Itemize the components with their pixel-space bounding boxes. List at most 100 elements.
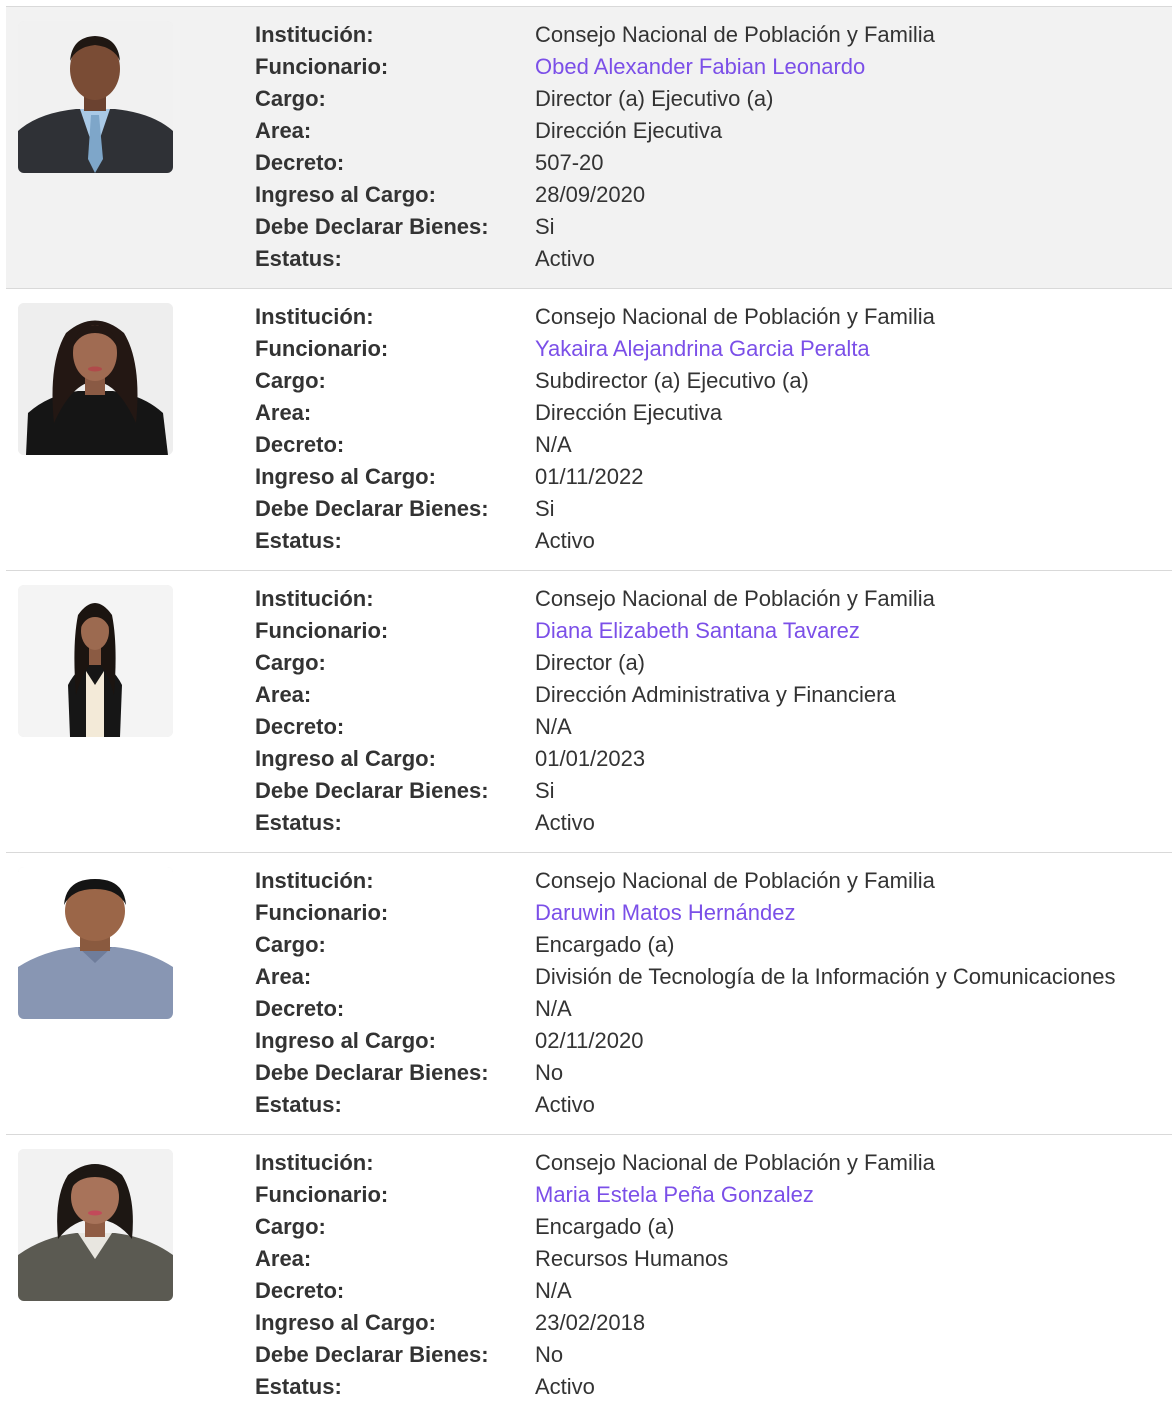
person-photo — [18, 303, 173, 455]
ingreso-value: 28/09/2020 — [535, 182, 646, 207]
person-photo-icon — [18, 21, 173, 173]
official-record: Institución: Consejo Nacional de Població… — [6, 1134, 1172, 1409]
cargo-value: Encargado (a) — [535, 932, 675, 957]
funcionario-label: Funcionario: — [255, 1182, 389, 1207]
estatus-label: Estatus: — [255, 1092, 342, 1117]
decreto-value: N/A — [535, 432, 572, 457]
decreto-value: N/A — [535, 1278, 572, 1303]
estatus-label: Estatus: — [255, 810, 342, 835]
area-label: Area: — [255, 1246, 312, 1271]
area-value: Dirección Administrativa y Financiera — [535, 682, 896, 707]
decreto-value: N/A — [535, 714, 572, 739]
record-fields: Institución: Consejo Nacional de Població… — [255, 1147, 935, 1403]
institucion-value: Consejo Nacional de Población y Familia — [535, 304, 935, 329]
estatus-value: Activo — [535, 1092, 595, 1117]
declarar-value: Si — [535, 214, 555, 239]
area-label: Area: — [255, 118, 312, 143]
ingreso-label: Ingreso al Cargo: — [255, 182, 436, 207]
estatus-value: Activo — [535, 528, 595, 553]
declarar-label: Debe Declarar Bienes: — [255, 778, 489, 803]
institucion-value: Consejo Nacional de Población y Familia — [535, 22, 935, 47]
decreto-value: N/A — [535, 996, 572, 1021]
ingreso-value: 02/11/2020 — [535, 1028, 644, 1053]
area-value: Dirección Ejecutiva — [535, 400, 723, 425]
funcionario-label: Funcionario: — [255, 618, 389, 643]
person-photo-icon — [18, 1149, 173, 1301]
officials-list: Institución: Consejo Nacional de Població… — [6, 6, 1172, 1409]
area-label: Area: — [255, 964, 312, 989]
cargo-value: Subdirector (a) Ejecutivo (a) — [535, 368, 809, 393]
decreto-label: Decreto: — [255, 432, 345, 457]
cargo-value: Encargado (a) — [535, 1214, 675, 1239]
declarar-value: Si — [535, 778, 555, 803]
institucion-value: Consejo Nacional de Población y Familia — [535, 586, 935, 611]
funcionario-link[interactable]: Diana Elizabeth Santana Tavarez — [535, 615, 860, 647]
declarar-value: Si — [535, 496, 555, 521]
record-fields: Institución: Consejo Nacional de Població… — [255, 19, 935, 275]
person-photo — [18, 585, 173, 737]
funcionario-label: Funcionario: — [255, 900, 389, 925]
funcionario-link[interactable]: Maria Estela Peña Gonzalez — [535, 1179, 814, 1211]
cargo-label: Cargo: — [255, 368, 326, 393]
estatus-value: Activo — [535, 246, 595, 271]
cargo-value: Director (a) — [535, 650, 646, 675]
ingreso-label: Ingreso al Cargo: — [255, 1310, 436, 1335]
cargo-label: Cargo: — [255, 650, 326, 675]
decreto-label: Decreto: — [255, 1278, 345, 1303]
institucion-label: Institución: — [255, 22, 374, 47]
institucion-label: Institución: — [255, 1150, 374, 1175]
institucion-label: Institución: — [255, 868, 374, 893]
institucion-label: Institución: — [255, 304, 374, 329]
funcionario-link[interactable]: Obed Alexander Fabian Leonardo — [535, 51, 865, 83]
record-fields: Institución: Consejo Nacional de Població… — [255, 865, 1115, 1121]
area-label: Area: — [255, 682, 312, 707]
funcionario-label: Funcionario: — [255, 336, 389, 361]
cargo-label: Cargo: — [255, 932, 326, 957]
funcionario-link[interactable]: Daruwin Matos Hernández — [535, 897, 795, 929]
area-value: Recursos Humanos — [535, 1246, 729, 1271]
decreto-label: Decreto: — [255, 150, 345, 175]
ingreso-value: 01/01/2023 — [535, 746, 646, 771]
ingreso-label: Ingreso al Cargo: — [255, 464, 436, 489]
decreto-value: 507-20 — [535, 150, 604, 175]
person-photo — [18, 1149, 173, 1301]
funcionario-label: Funcionario: — [255, 54, 389, 79]
institucion-value: Consejo Nacional de Población y Familia — [535, 1150, 935, 1175]
official-record: Institución: Consejo Nacional de Població… — [6, 852, 1172, 1134]
official-record: Institución: Consejo Nacional de Població… — [6, 288, 1172, 570]
ingreso-label: Ingreso al Cargo: — [255, 1028, 436, 1053]
record-fields: Institución: Consejo Nacional de Població… — [255, 583, 935, 839]
area-value: Dirección Ejecutiva — [535, 118, 723, 143]
official-record: Institución: Consejo Nacional de Població… — [6, 6, 1172, 288]
declarar-value: No — [535, 1060, 564, 1085]
institucion-value: Consejo Nacional de Población y Familia — [535, 868, 935, 893]
estatus-label: Estatus: — [255, 246, 342, 271]
area-value: División de Tecnología de la Información… — [535, 964, 1116, 989]
official-record: Institución: Consejo Nacional de Població… — [6, 570, 1172, 852]
person-photo-icon — [18, 867, 173, 1019]
institucion-label: Institución: — [255, 586, 374, 611]
area-label: Area: — [255, 400, 312, 425]
declarar-label: Debe Declarar Bienes: — [255, 1342, 489, 1367]
funcionario-link[interactable]: Yakaira Alejandrina Garcia Peralta — [535, 333, 870, 365]
decreto-label: Decreto: — [255, 996, 345, 1021]
cargo-value: Director (a) Ejecutivo (a) — [535, 86, 774, 111]
decreto-label: Decreto: — [255, 714, 345, 739]
ingreso-value: 23/02/2018 — [535, 1310, 646, 1335]
person-photo-icon — [18, 303, 173, 455]
person-photo — [18, 867, 173, 1019]
declarar-value: No — [535, 1342, 564, 1367]
estatus-value: Activo — [535, 810, 595, 835]
estatus-label: Estatus: — [255, 528, 342, 553]
estatus-label: Estatus: — [255, 1374, 342, 1399]
cargo-label: Cargo: — [255, 1214, 326, 1239]
cargo-label: Cargo: — [255, 86, 326, 111]
estatus-value: Activo — [535, 1374, 595, 1399]
record-fields: Institución: Consejo Nacional de Població… — [255, 301, 935, 557]
person-photo-icon — [18, 585, 173, 737]
declarar-label: Debe Declarar Bienes: — [255, 496, 489, 521]
declarar-label: Debe Declarar Bienes: — [255, 1060, 489, 1085]
declarar-label: Debe Declarar Bienes: — [255, 214, 489, 239]
person-photo — [18, 21, 173, 173]
ingreso-value: 01/11/2022 — [535, 464, 644, 489]
